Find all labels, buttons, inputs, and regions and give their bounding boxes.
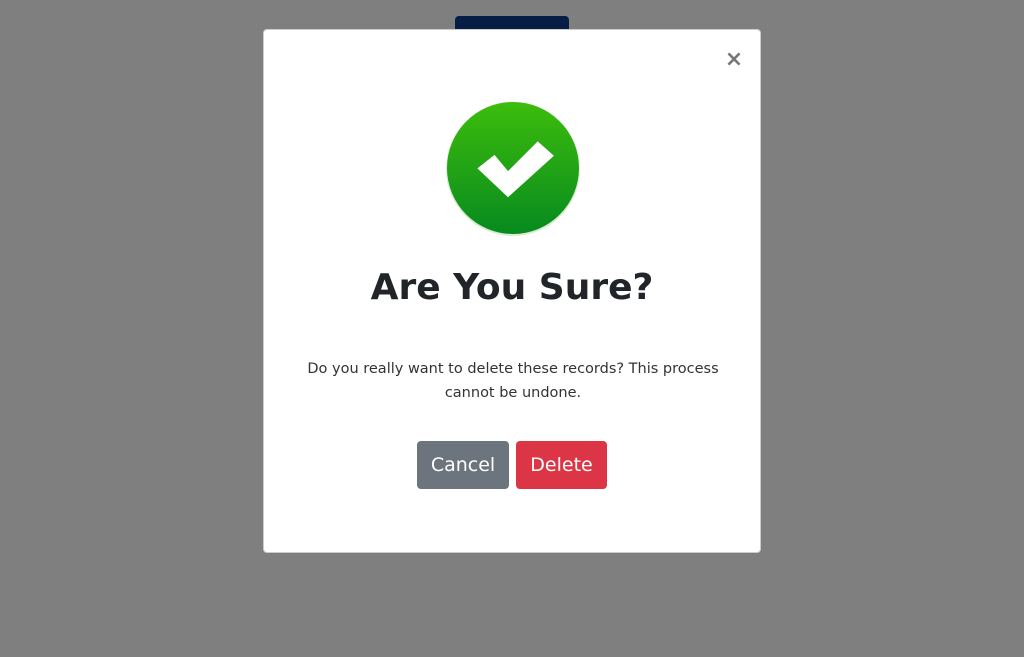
page: × Are You Sure? Do you really want to de… [0,0,1024,657]
confirm-dialog: × Are You Sure? Do you really want to de… [263,29,761,553]
check-circle-icon [445,101,581,237]
delete-button[interactable]: Delete [516,441,607,489]
dialog-message: Do you really want to delete these recor… [307,361,719,401]
cancel-button[interactable]: Cancel [417,441,509,489]
close-icon[interactable]: × [724,48,744,72]
dialog-footer: Cancel Delete [264,441,760,489]
dialog-title: Are You Sure? [370,267,654,308]
